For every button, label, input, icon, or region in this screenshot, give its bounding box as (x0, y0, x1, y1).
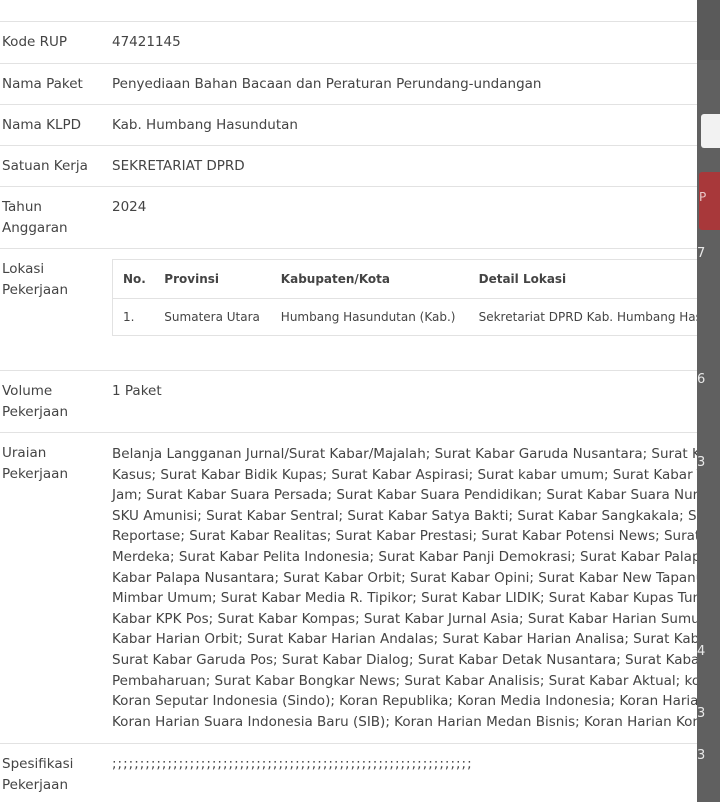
page: Kode RUP 47421145 Nama Paket Penyediaan … (0, 0, 720, 802)
value-satuan-kerja: SEKRETARIAT DPRD (112, 158, 245, 174)
lokasi-cell-provinsi: Sumatera Utara (154, 298, 271, 336)
value-nama-paket: Penyediaan Bahan Bacaan dan Peraturan Pe… (112, 76, 542, 92)
uraian-line: Merdeka; Surat Kabar Pelita Indonesia; S… (112, 548, 697, 565)
label-uraian-line1: Uraian (2, 445, 47, 461)
value-uraian-pekerjaan: Belanja Langganan Jurnal/Surat Kabar/Maj… (112, 444, 697, 732)
row-spesifikasi-pekerjaan: Spesifikasi Pekerjaan ;;;;;;;;;;;;;;;;;;… (0, 743, 697, 802)
label-tahun-anggaran: Tahun Anggaran (2, 197, 102, 239)
side-fragment-1: 7 (697, 246, 706, 261)
side-fragment-2: 6 (697, 372, 706, 387)
lokasi-cell-detail: Sekretariat DPRD Kab. Humbang Hasundutan (468, 298, 697, 336)
label-tahun-line2: Anggaran (2, 220, 68, 236)
value-volume-pekerjaan: 1 Paket (112, 383, 162, 399)
label-satuan-kerja: Satuan Kerja (2, 158, 88, 174)
table-row: 1. Sumatera Utara Humbang Hasundutan (Ka… (112, 298, 697, 336)
lokasi-cell-no: 1. (112, 298, 155, 336)
uraian-line: Surat Kabar Garuda Pos; Surat Kabar Dial… (112, 651, 697, 668)
value-kode-rup: 47421145 (112, 34, 181, 50)
label-nama-paket: Nama Paket (2, 76, 83, 92)
side-panel-topband (697, 0, 720, 60)
lokasi-table: No. Provinsi Kabupaten/Kota Detail Lokas… (112, 259, 697, 336)
label-nama-klpd: Nama KLPD (2, 117, 81, 133)
side-panel-input-box[interactable] (701, 114, 720, 148)
uraian-line: Koran Seputar Indonesia (Sindo); Koran R… (112, 693, 697, 710)
row-satuan-kerja: Satuan Kerja SEKRETARIAT DPRD (0, 145, 697, 187)
row-nama-paket: Nama Paket Penyediaan Bahan Bacaan dan P… (0, 63, 697, 105)
label-lokasi-line1: Lokasi (2, 261, 45, 277)
value-spesifikasi-pekerjaan: ;;;;;;;;;;;;;;;;;;;;;;;;;;;;;;;;;;;;;;;;… (112, 756, 473, 772)
side-fragment-6: 3 (697, 748, 706, 763)
lokasi-table-header-row: No. Provinsi Kabupaten/Kota Detail Lokas… (112, 259, 697, 299)
row-kode-rup: Kode RUP 47421145 (0, 21, 697, 64)
row-nama-klpd: Nama KLPD Kab. Humbang Hasundutan (0, 104, 697, 146)
uraian-line: Belanja Langganan Jurnal/Surat Kabar/Maj… (112, 446, 697, 462)
value-nama-klpd: Kab. Humbang Hasundutan (112, 117, 298, 133)
label-spesifikasi-line2: Pekerjaan (2, 777, 69, 793)
side-panel-red-button[interactable]: P (699, 172, 720, 230)
uraian-line: SKU Amunisi; Surat Kabar Sentral; Surat … (112, 507, 697, 524)
row-tahun-anggaran: Tahun Anggaran 2024 (0, 186, 697, 249)
uraian-line: Jam; Surat Kabar Suara Persada; Surat Ka… (112, 487, 697, 504)
uraian-line: Kabar Harian Orbit; Surat Kabar Harian A… (112, 631, 697, 648)
label-volume-line1: Volume (2, 383, 53, 399)
uraian-line: Kabar Palapa Nusantara; Surat Kabar Orbi… (112, 569, 697, 586)
label-tahun-line1: Tahun (2, 199, 42, 215)
lokasi-header-provinsi: Provinsi (154, 259, 271, 299)
uraian-line: Reportase; Surat Kabar Realitas; Surat K… (112, 528, 697, 545)
row-uraian-pekerjaan: Uraian Pekerjaan Belanja Langganan Jurna… (0, 432, 697, 744)
label-volume-pekerjaan: Volume Pekerjaan (2, 381, 102, 423)
lokasi-header-no: No. (112, 259, 155, 299)
row-volume-pekerjaan: Volume Pekerjaan 1 Paket (0, 370, 697, 433)
uraian-line: Mimbar Umum; Surat Kabar Media R. Tipiko… (112, 590, 697, 607)
lokasi-header-kabupaten: Kabupaten/Kota (270, 259, 469, 299)
uraian-line: Kasus; Surat Kabar Bidik Kupas; Surat Ka… (112, 466, 697, 483)
side-fragment-5: 3 (697, 706, 706, 721)
lokasi-cell-kabupaten: Humbang Hasundutan (Kab.) (270, 298, 469, 336)
uraian-line: Kabar KPK Pos; Surat Kabar Kompas; Surat… (112, 610, 697, 627)
label-spesifikasi-pekerjaan: Spesifikasi Pekerjaan (2, 754, 102, 796)
side-fragment-0: P (699, 190, 707, 204)
label-volume-line2: Pekerjaan (2, 404, 69, 420)
side-panel-overlay: P 7 6 3 4 3 3 (697, 0, 720, 802)
lokasi-header-detail: Detail Lokasi (468, 259, 697, 299)
label-kode-rup: Kode RUP (2, 34, 68, 50)
value-tahun-anggaran: 2024 (112, 199, 147, 215)
uraian-line: Koran Harian Suara Indonesia Baru (SIB);… (112, 713, 697, 730)
label-uraian-line2: Pekerjaan (2, 466, 69, 482)
uraian-line: Pembaharuan; Surat Kabar Bongkar News; S… (112, 672, 697, 689)
side-fragment-3: 3 (697, 455, 706, 470)
label-lokasi-line2: Pekerjaan (2, 282, 69, 298)
package-detail-panel: Kode RUP 47421145 Nama Paket Penyediaan … (0, 0, 697, 802)
side-fragment-4: 4 (697, 644, 706, 659)
label-uraian-pekerjaan: Uraian Pekerjaan (2, 443, 102, 485)
label-lokasi-pekerjaan: Lokasi Pekerjaan (2, 259, 102, 301)
label-spesifikasi-line1: Spesifikasi (2, 756, 74, 772)
